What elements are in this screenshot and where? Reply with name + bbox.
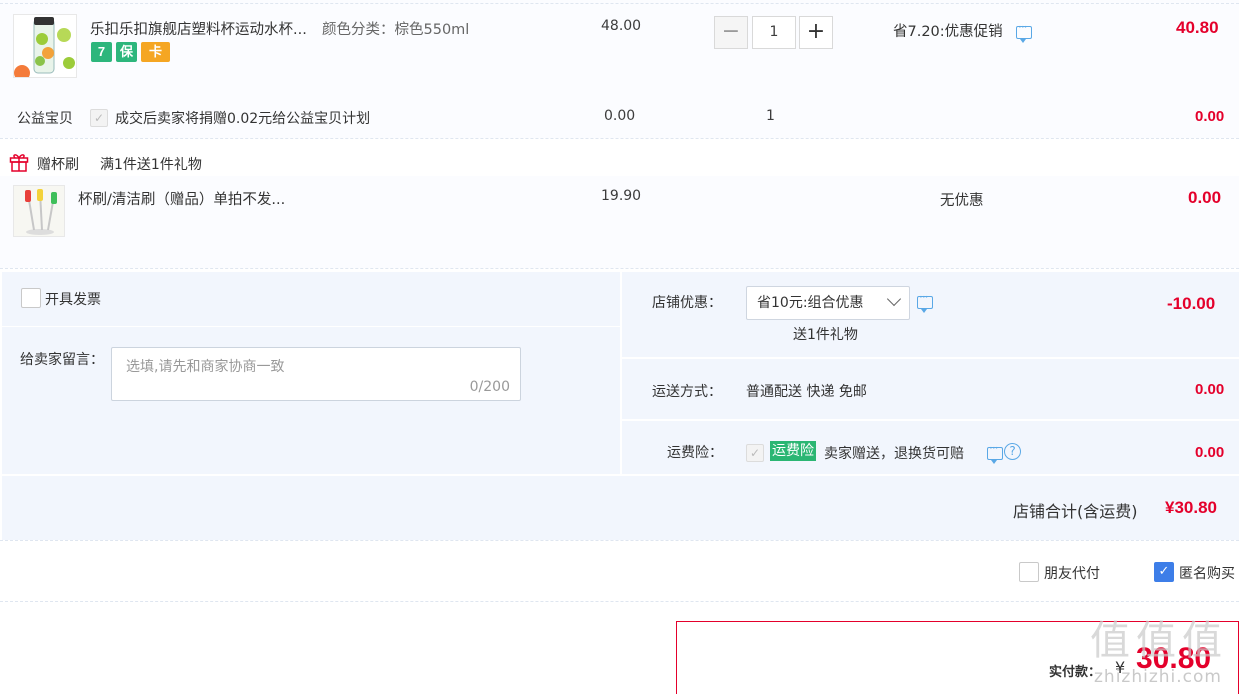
discount-info-icon[interactable] — [917, 290, 933, 313]
insurance-info-icon[interactable] — [987, 441, 1003, 464]
anonymous-label: 匿名购买 — [1179, 566, 1235, 582]
card-payment-icon[interactable]: 卡 — [141, 42, 170, 62]
gift-icon — [9, 152, 29, 172]
insurance-tag: 运费险 — [770, 441, 816, 461]
shop-discount-select[interactable]: 省10元:组合优惠 — [746, 286, 910, 320]
insurance-label: 运费险： — [667, 445, 723, 461]
invoice-label: 开具发票 — [45, 292, 101, 308]
gift-thumbnail-brush[interactable] — [13, 185, 65, 237]
invoice-checkbox[interactable] — [21, 288, 41, 308]
friend-pay-checkbox[interactable] — [1019, 562, 1039, 582]
friend-pay-label: 朋友代付 — [1044, 566, 1100, 582]
product-thumbnail-bottle[interactable] — [13, 14, 77, 78]
charity-checkbox[interactable]: ✓ — [90, 109, 108, 127]
watermark-logo-char: 值 — [1182, 618, 1222, 664]
item-subtotal: 40.80 — [1176, 18, 1219, 37]
divider — [622, 419, 1239, 421]
guarantee-icon[interactable]: 保 — [116, 42, 137, 62]
quantity-increase-button[interactable]: + — [799, 16, 833, 49]
divider — [2, 326, 620, 327]
item-row-background — [0, 0, 1239, 96]
shop-discount-note: 送1件礼物 — [793, 327, 858, 343]
gift-price: 19.90 — [601, 188, 642, 204]
chevron-down-icon — [886, 291, 902, 307]
item-promo-text: 省7.20:优惠促销 — [893, 24, 1003, 40]
divider — [0, 3, 1239, 4]
charity-text: 成交后卖家将捐赠0.02元给公益宝贝计划 — [115, 111, 371, 127]
item-unit-price: 48.00 — [601, 18, 642, 34]
charity-price: 0.00 — [604, 108, 636, 124]
shipping-label: 运送方式： — [652, 384, 722, 400]
gift-tag: 赠杯刷 — [37, 157, 79, 173]
message-char-counter: 0/200 — [469, 379, 510, 395]
insurance-amount: 0.00 — [1195, 444, 1225, 461]
shop-total-amount: ¥30.80 — [1165, 498, 1217, 517]
seller-message-input[interactable]: 选填,请先和商家协商一致 0/200 — [111, 347, 521, 401]
quantity-decrease-button[interactable]: − — [714, 16, 748, 49]
anonymous-checkbox[interactable]: ✓ — [1154, 562, 1174, 582]
shop-discount-label: 店铺优惠： — [652, 295, 722, 311]
divider — [622, 357, 1239, 359]
item-sku: 颜色分类：棕色550ml — [322, 22, 470, 38]
insurance-checkbox[interactable]: ✓ — [746, 444, 764, 462]
divider — [0, 540, 1239, 541]
insurance-text: 卖家赠送，退换货可赔 — [824, 446, 964, 462]
divider — [0, 138, 1239, 139]
shipping-method: 普通配送 快递 免邮 — [746, 384, 867, 400]
message-label: 给卖家留言： — [20, 352, 104, 368]
watermark-site: zhizhizhi.com — [1094, 667, 1222, 687]
shop-discount-selected: 省10元:组合优惠 — [757, 295, 864, 311]
shop-discount-amount: -10.00 — [1167, 294, 1216, 313]
gift-description: 满1件送1件礼物 — [100, 157, 202, 173]
shop-total-label: 店铺合计(含运费) — [1013, 502, 1138, 521]
watermark-logo-char: 值 — [1090, 618, 1130, 664]
help-icon[interactable]: ? — [1004, 443, 1021, 460]
charity-qty: 1 — [766, 108, 775, 124]
quantity-input[interactable]: 1 — [752, 16, 796, 49]
shipping-amount: 0.00 — [1195, 381, 1225, 398]
gift-subtotal: 0.00 — [1188, 188, 1222, 207]
divider — [0, 268, 1239, 269]
promo-info-icon[interactable] — [1016, 20, 1032, 43]
gift-promo: 无优惠 — [940, 193, 984, 209]
gift-title[interactable]: 杯刷/清洁刷（赠品）单拍不发... — [78, 188, 285, 209]
charity-label: 公益宝贝 — [17, 111, 73, 127]
item-title[interactable]: 乐扣乐扣旗舰店塑料杯运动水杯... — [90, 18, 307, 39]
charity-subtotal: 0.00 — [1195, 108, 1225, 125]
watermark-logo-char: 值 — [1136, 618, 1176, 664]
message-placeholder: 选填,请先和商家协商一致 — [126, 359, 285, 375]
seven-day-return-icon[interactable]: 7 — [91, 42, 112, 62]
divider — [0, 601, 1239, 602]
